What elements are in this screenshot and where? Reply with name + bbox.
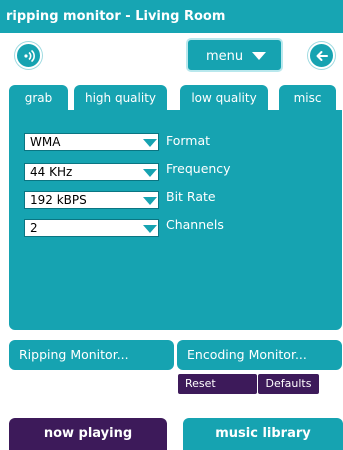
tab-grab[interactable]: grab (9, 85, 68, 111)
tab-misc[interactable]: misc (279, 85, 336, 111)
bit-rate-value: 192 kBPS (30, 193, 87, 207)
chevron-down-icon (252, 52, 266, 60)
frequency-value: 44 KHz (30, 165, 73, 179)
bit-rate-label: Bit Rate (166, 189, 216, 204)
ripping-monitor-button[interactable]: Ripping Monitor... (9, 340, 174, 370)
channels-label: Channels (166, 217, 224, 232)
format-value: WMA (30, 135, 61, 149)
back-button[interactable] (308, 42, 335, 69)
title-bar: ripping monitor - Living Room (0, 0, 343, 33)
format-select[interactable]: WMA (24, 133, 159, 151)
reset-button[interactable]: Reset (178, 374, 257, 394)
window-title: ripping monitor - Living Room (6, 9, 226, 24)
menu-label: menu (206, 49, 244, 64)
defaults-button[interactable]: Defaults (258, 374, 319, 394)
format-label: Format (166, 133, 211, 148)
menu-button[interactable]: menu (186, 38, 283, 72)
nav-music-library[interactable]: music library (183, 418, 343, 450)
channels-select[interactable]: 2 (24, 219, 159, 237)
speaker-icon (23, 49, 35, 62)
chevron-down-icon (143, 139, 157, 147)
back-arrow-icon (316, 50, 328, 61)
encoding-monitor-button[interactable]: Encoding Monitor... (177, 340, 342, 370)
frequency-select[interactable]: 44 KHz (24, 163, 159, 181)
nav-now-playing[interactable]: now playing (9, 418, 167, 450)
tab-high-quality[interactable]: high quality (74, 85, 167, 111)
chevron-down-icon (143, 169, 157, 177)
toolbar (0, 33, 343, 77)
speaker-button[interactable] (15, 42, 42, 69)
bit-rate-select[interactable]: 192 kBPS (24, 191, 159, 209)
chevron-down-icon (143, 225, 157, 233)
frequency-label: Frequency (166, 161, 231, 176)
channels-value: 2 (30, 221, 38, 235)
chevron-down-icon (143, 197, 157, 205)
tab-low-quality[interactable]: low quality (180, 85, 268, 111)
